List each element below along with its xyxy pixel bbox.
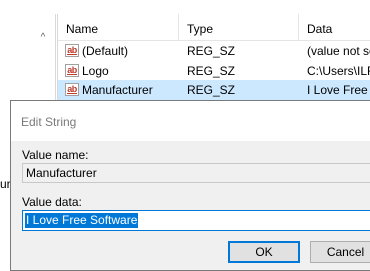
value-name-field: Manufacturer bbox=[22, 163, 370, 183]
row-type: REG_SZ bbox=[187, 83, 236, 97]
list-row-manufacturer[interactable]: ab Manufacturer REG_SZ I Love Free Softw… bbox=[58, 80, 370, 100]
string-value-icon: ab bbox=[65, 44, 79, 57]
row-name: Logo bbox=[82, 64, 109, 78]
edit-string-dialog: Edit String Value name: Manufacturer Val… bbox=[10, 100, 370, 271]
list-row-default[interactable]: ab (Default) REG_SZ (value not set) bbox=[58, 41, 370, 61]
row-data: (value not set) bbox=[307, 44, 370, 58]
row-name: Manufacturer bbox=[82, 83, 153, 97]
dialog-title: Edit String bbox=[21, 115, 77, 129]
ok-button[interactable]: OK bbox=[228, 241, 300, 263]
row-data: C:\Users\ILF bbox=[307, 64, 370, 78]
string-value-icon: ab bbox=[65, 64, 79, 77]
column-header-type[interactable]: Type bbox=[179, 14, 299, 40]
dialog-titlebar[interactable]: Edit String bbox=[11, 101, 370, 141]
row-type: REG_SZ bbox=[187, 64, 236, 78]
value-data-selected-text: I Love Free Software bbox=[25, 213, 139, 228]
row-data: I Love Free Software bbox=[307, 83, 370, 97]
column-header-data[interactable]: Data bbox=[299, 14, 370, 40]
row-name: (Default) bbox=[82, 44, 129, 58]
column-header-name[interactable]: Name bbox=[58, 14, 179, 40]
list-row-logo[interactable]: ab Logo REG_SZ C:\Users\ILF bbox=[58, 61, 370, 81]
string-value-icon: ab bbox=[65, 83, 79, 96]
tree-scroll-up-icon[interactable]: ^ bbox=[37, 32, 49, 44]
list-header: Name Type Data bbox=[58, 14, 370, 41]
value-data-label: Value data: bbox=[22, 195, 82, 209]
value-name-label: Value name: bbox=[22, 148, 89, 162]
value-data-input[interactable]: I Love Free Software bbox=[22, 210, 370, 231]
row-type: REG_SZ bbox=[187, 44, 236, 58]
cancel-button[interactable]: Cancel bbox=[310, 241, 370, 263]
